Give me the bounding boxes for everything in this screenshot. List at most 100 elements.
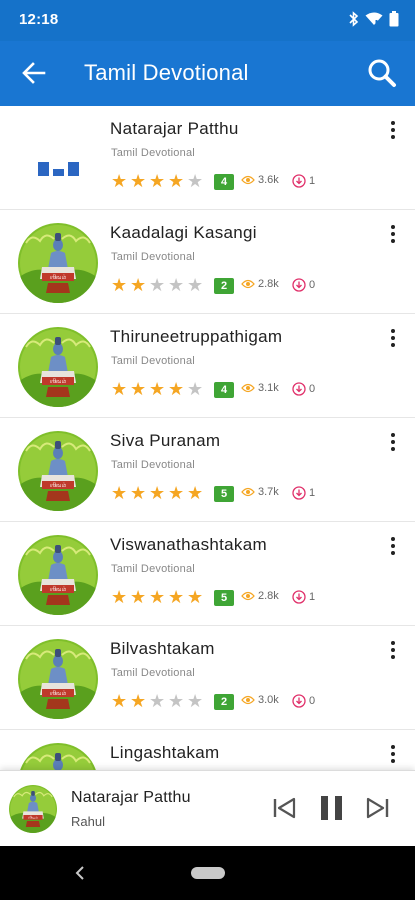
star-icon: ★ [111, 275, 128, 296]
search-icon [368, 59, 396, 87]
downloads-label: 1 [309, 591, 316, 603]
downloads-label: 1 [309, 487, 316, 499]
downloads-count: 0 [292, 382, 315, 396]
player-title: Natarajar Patthu [71, 789, 191, 806]
downloads-count: 1 [292, 590, 315, 604]
views-count: 3.1k [241, 382, 279, 394]
download-icon [292, 278, 306, 292]
star-icon: ★ [187, 587, 204, 608]
system-home-button[interactable] [191, 867, 225, 879]
views-count: 3.6k [241, 174, 279, 186]
song-list[interactable]: Natarajar Patthu Tamil Devotional ★ ★ ★ ★ ★ 4… [0, 106, 415, 770]
song-title: Siva Puranam [110, 431, 221, 450]
star-icon: ★ [111, 691, 128, 712]
more-options-button[interactable] [385, 326, 401, 350]
downloads-count: 1 [292, 486, 315, 500]
battery-icon [389, 11, 399, 32]
song-thumbnail [18, 431, 98, 511]
next-button[interactable] [364, 795, 390, 821]
eye-icon [241, 383, 255, 393]
song-thumbnail [18, 327, 98, 407]
list-item[interactable]: Kaadalagi Kasangi Tamil Devotional ★ ★ ★ ★ ★… [0, 210, 415, 314]
list-item[interactable]: Bilvashtakam Tamil Devotional ★ ★ ★ ★ ★ 2 3.0… [0, 626, 415, 730]
song-title: Bilvashtakam [110, 639, 215, 658]
song-title: Kaadalagi Kasangi [110, 223, 257, 242]
views-count: 3.0k [241, 694, 279, 706]
previous-button[interactable] [272, 795, 298, 821]
eye-icon [241, 279, 255, 289]
star-icon: ★ [111, 587, 128, 608]
more-options-button[interactable] [385, 638, 401, 662]
song-thumbnail [18, 223, 98, 303]
star-icon: ★ [111, 483, 128, 504]
more-options-button[interactable] [385, 430, 401, 454]
star-icon: ★ [130, 587, 147, 608]
eye-icon [241, 175, 255, 185]
star-icon: ★ [168, 483, 185, 504]
downloads-label: 1 [309, 175, 316, 187]
more-options-button[interactable] [385, 534, 401, 558]
rating-badge: 2 [214, 278, 234, 294]
list-item[interactable]: Thiruneetruppathigam Tamil Devotional ★ ★… [0, 314, 415, 418]
song-thumbnail [18, 639, 98, 719]
list-item[interactable]: Siva Puranam Tamil Devotional ★ ★ ★ ★ ★ 5 3.7… [0, 418, 415, 522]
downloads-count: 0 [292, 278, 315, 292]
more-options-button[interactable] [385, 742, 401, 766]
views-label: 3.6k [258, 174, 279, 186]
arrow-back-icon [22, 62, 46, 84]
status-bar: 12:18 [0, 0, 415, 41]
star-icon: ★ [187, 379, 204, 400]
list-item[interactable]: Viswanathashtakam Tamil Devotional ★ ★ ★ ★ ★… [0, 522, 415, 626]
views-label: 2.8k [258, 278, 279, 290]
rating-badge: 4 [214, 174, 234, 190]
song-title: Thiruneetruppathigam [110, 327, 283, 346]
system-back-button[interactable] [73, 864, 87, 882]
star-icon: ★ [149, 691, 166, 712]
eye-icon [241, 591, 255, 601]
rating-badge: 2 [214, 694, 234, 710]
song-subtitle: Tamil Devotional [111, 563, 195, 575]
search-button[interactable] [363, 54, 401, 92]
pause-button[interactable] [318, 793, 346, 823]
download-icon [292, 590, 306, 604]
star-rating: ★ ★ ★ ★ ★ 5 [111, 485, 234, 503]
downloads-count: 1 [292, 174, 315, 188]
song-subtitle: Tamil Devotional [111, 459, 195, 471]
song-subtitle: Tamil Devotional [111, 667, 195, 679]
mini-player[interactable]: Natarajar Patthu Rahul [0, 770, 415, 846]
list-item[interactable]: Lingashtakam [0, 730, 415, 770]
star-icon: ★ [168, 275, 185, 296]
eye-icon [241, 487, 255, 497]
views-label: 3.0k [258, 694, 279, 706]
star-icon: ★ [168, 691, 185, 712]
more-options-button[interactable] [385, 222, 401, 246]
app-bar: Tamil Devotional [0, 41, 415, 106]
star-icon: ★ [168, 587, 185, 608]
views-label: 3.7k [258, 486, 279, 498]
views-count: 2.8k [241, 278, 279, 290]
star-icon: ★ [130, 379, 147, 400]
back-button[interactable] [16, 55, 52, 91]
star-icon: ★ [187, 275, 204, 296]
star-icon: ★ [130, 275, 147, 296]
star-icon: ★ [130, 691, 147, 712]
list-item[interactable]: Natarajar Patthu Tamil Devotional ★ ★ ★ ★ ★ 4… [0, 106, 415, 210]
downloads-count: 0 [292, 694, 315, 708]
views-label: 2.8k [258, 590, 279, 602]
more-options-button[interactable] [385, 118, 401, 142]
page-title: Tamil Devotional [84, 60, 249, 85]
star-icon: ★ [149, 483, 166, 504]
song-thumbnail [18, 535, 98, 615]
pause-icon [321, 796, 342, 820]
player-artist: Rahul [71, 814, 105, 829]
star-icon: ★ [111, 171, 128, 192]
star-icon: ★ [149, 379, 166, 400]
views-label: 3.1k [258, 382, 279, 394]
star-icon: ★ [149, 275, 166, 296]
star-icon: ★ [168, 171, 185, 192]
star-icon: ★ [187, 483, 204, 504]
skip-next-icon [366, 797, 389, 819]
star-icon: ★ [130, 483, 147, 504]
song-subtitle: Tamil Devotional [111, 251, 195, 263]
player-thumbnail [9, 785, 57, 833]
